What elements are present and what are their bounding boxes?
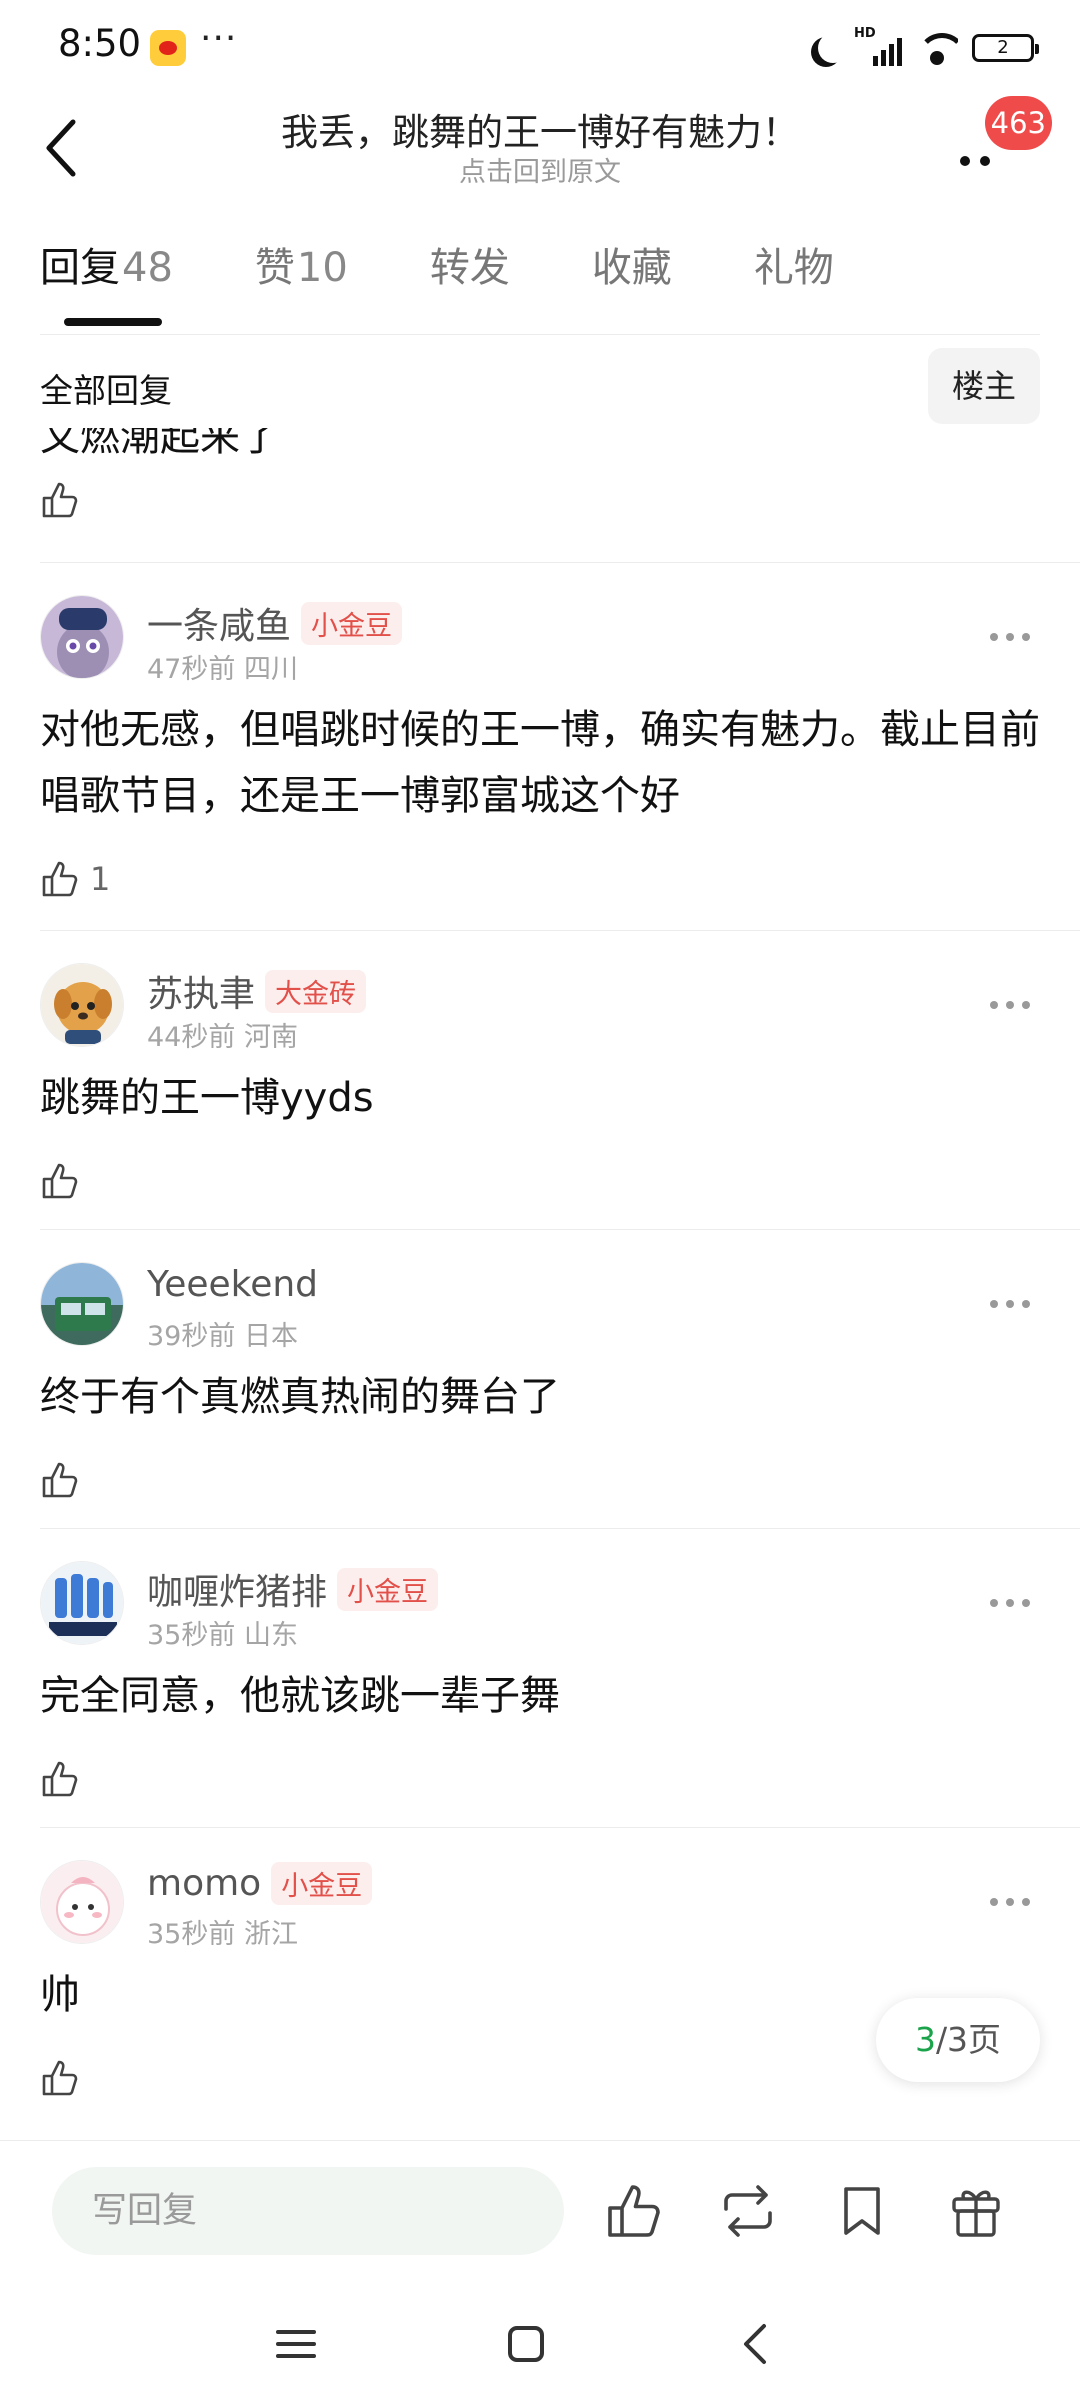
reply-input[interactable]: 写回复 — [52, 2167, 564, 2255]
comment-more-button[interactable] — [980, 1882, 1040, 1922]
bottom-action-bar: 写回复 — [0, 2140, 1080, 2286]
comment-divider — [40, 930, 1080, 931]
like-icon — [42, 861, 78, 897]
status-bar: 8:50 ··· HD 2 — [0, 0, 1080, 96]
like-post-button[interactable] — [604, 2181, 664, 2241]
comment-meta: 35秒前 山东 — [147, 1620, 298, 1651]
comment-text: 终于有个真燃真热闹的舞台了 — [40, 1374, 560, 1420]
like-button[interactable] — [40, 2058, 80, 2098]
like-icon — [42, 1462, 78, 1498]
post-title[interactable]: 我丢，跳舞的王一博好有魅力！ — [140, 102, 940, 156]
tab-reposts[interactable]: 转发 — [430, 238, 510, 328]
user-rank-tag: 小金豆 — [271, 1862, 373, 1905]
comment-meta: 47秒前 四川 — [147, 654, 298, 685]
tab-active-indicator — [64, 318, 162, 326]
like-icon — [608, 2185, 660, 2237]
owner-only-button[interactable]: 楼主 — [927, 348, 1040, 424]
comment-divider — [40, 1528, 1080, 1529]
home-button[interactable] — [502, 2320, 550, 2368]
status-time: 8:50 — [58, 22, 142, 65]
more-icon — [960, 156, 970, 166]
like-button[interactable] — [40, 1161, 80, 1201]
like-button[interactable] — [40, 1460, 80, 1500]
status-more-notifications: ··· — [200, 18, 238, 59]
back-icon — [46, 119, 76, 177]
comment-text: 跳舞的王一博yyds — [40, 1075, 374, 1121]
page-total: /3页 — [935, 2020, 1002, 2059]
gift-icon — [952, 2190, 1000, 2237]
like-button[interactable] — [40, 1759, 80, 1799]
header: 我丢，跳舞的王一博好有魅力！ 点击回到原文 463 — [0, 96, 1080, 206]
menu-button[interactable] — [272, 2320, 320, 2368]
like-icon — [42, 2060, 78, 2096]
tab-replies[interactable]: 回复48 — [40, 238, 173, 328]
page-indicator[interactable]: 3/3页 — [876, 1998, 1040, 2082]
comment-meta: 39秒前 日本 — [147, 1321, 298, 1352]
like-icon — [42, 1761, 78, 1797]
comment-feed[interactable]: 又燃潮起来了 一条咸鱼 小金豆 47秒前 四川 对他无感，但唱跳时候的王一博，确… — [0, 428, 1080, 2140]
battery-icon: 2 — [972, 34, 1039, 62]
signal-icon: HD — [854, 26, 902, 66]
avatar[interactable] — [40, 1262, 124, 1346]
avatar[interactable] — [40, 963, 124, 1047]
comment-more-button[interactable] — [980, 985, 1040, 1025]
nav-back-icon — [744, 2324, 766, 2364]
comment-meta: 44秒前 河南 — [147, 1022, 298, 1053]
do-not-disturb-icon — [818, 33, 848, 63]
comment-divider — [40, 562, 1080, 563]
comment-divider — [40, 1827, 1080, 1828]
user-rank-tag: 小金豆 — [301, 601, 403, 645]
comment-meta: 35秒前 浙江 — [147, 1919, 298, 1950]
menu-icon — [276, 2330, 316, 2358]
comment-more-button[interactable] — [980, 1284, 1040, 1324]
comment-text: 完全同意，他就该跳一辈子舞 — [40, 1673, 560, 1719]
comment-more-button[interactable] — [980, 1583, 1040, 1623]
like-count: 1 — [90, 860, 111, 898]
username[interactable]: momo — [147, 1863, 261, 1904]
repost-icon — [724, 2185, 772, 2237]
bookmark-button[interactable] — [832, 2181, 892, 2241]
back-to-original-link[interactable]: 点击回到原文 — [140, 150, 940, 189]
avatar[interactable] — [40, 1860, 124, 1944]
avatar[interactable] — [40, 595, 124, 679]
nav-back-button[interactable] — [732, 2320, 780, 2368]
tab-favorites[interactable]: 收藏 — [592, 238, 672, 328]
avatar[interactable] — [40, 1561, 124, 1645]
user-rank-tag: 大金砖 — [265, 969, 367, 1013]
section-bar: 全部回复 楼主 — [0, 348, 1080, 428]
like-button[interactable] — [40, 480, 80, 520]
like-icon — [42, 482, 78, 518]
like-button[interactable]: 1 — [40, 859, 110, 899]
like-icon — [42, 1163, 78, 1199]
tabs-divider — [40, 334, 1040, 335]
comment-more-button[interactable] — [980, 617, 1040, 657]
status-icons: HD 2 — [810, 26, 1039, 68]
comment-divider — [40, 1229, 1080, 1230]
back-button[interactable] — [30, 108, 90, 188]
tab-gifts[interactable]: 礼物 — [754, 238, 834, 328]
bookmark-icon — [844, 2187, 880, 2235]
tab-bar: 回复48 赞10 转发 收藏 礼物 — [40, 238, 916, 328]
repost-button[interactable] — [718, 2181, 778, 2241]
wifi-icon — [916, 31, 958, 65]
system-nav-bar — [0, 2290, 1080, 2400]
username[interactable]: 一条咸鱼 — [147, 597, 291, 649]
home-icon — [508, 2326, 544, 2362]
user-rank-tag: 小金豆 — [337, 1567, 439, 1611]
gift-button[interactable] — [946, 2181, 1006, 2241]
tab-likes[interactable]: 赞10 — [255, 238, 348, 328]
username[interactable]: Yeeekend — [147, 1264, 318, 1305]
weibo-notification-icon — [150, 30, 186, 66]
username[interactable]: 苏执聿 — [147, 965, 255, 1017]
comment-text: 对他无感，但唱跳时候的王一博，确实有魅力。截止目前唱歌节目，还是王一博郭富城这个… — [40, 707, 1040, 819]
page-current: 3 — [914, 2020, 936, 2059]
notification-badge: 463 — [984, 96, 1052, 150]
username[interactable]: 咖喱炸猪排 — [147, 1563, 327, 1615]
partial-comment-text: 又燃潮起来了 — [40, 428, 280, 460]
all-replies-label[interactable]: 全部回复 — [40, 364, 172, 412]
